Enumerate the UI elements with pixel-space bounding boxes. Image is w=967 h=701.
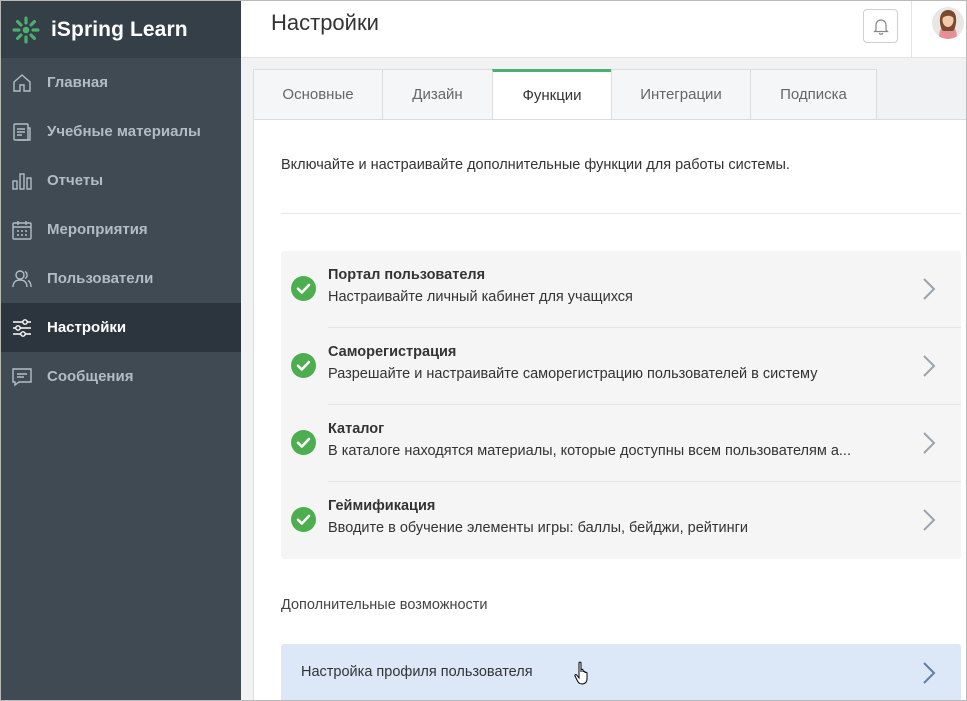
feature-row-user-portal[interactable]: Портал пользователя Настраивайте личный …: [281, 251, 961, 328]
feature-row-gamification[interactable]: Геймификация Вводите в обучение элементы…: [281, 482, 961, 559]
sidebar-item-label: Пользователи: [47, 270, 154, 287]
avatar-image-icon: [932, 7, 964, 39]
feature-title: Каталог: [328, 421, 385, 437]
users-icon: [11, 268, 33, 290]
feature-description: Настраивайте личный кабинет для учащихся: [328, 289, 633, 305]
settings-tabs: Основные Дизайн Функции Интеграции Подпи…: [253, 69, 877, 120]
tab-features[interactable]: Функции: [492, 69, 611, 120]
brand-name: iSpring Learn: [51, 17, 188, 41]
extra-item-title: Настройка профиля пользователя: [301, 664, 533, 680]
extra-section-label: Дополнительные возможности: [281, 597, 488, 613]
sidebar-item-label: Главная: [47, 74, 109, 91]
home-icon: [11, 72, 33, 94]
chevron-right-icon: [923, 355, 936, 377]
feature-title: Геймификация: [328, 498, 436, 514]
sidebar-item-label: Сообщения: [47, 368, 134, 385]
main-content: Основные Дизайн Функции Интеграции Подпи…: [241, 58, 966, 700]
sidebar-item-settings[interactable]: Настройки: [1, 303, 241, 352]
check-circle-icon: [291, 276, 316, 301]
tab-general[interactable]: Основные: [253, 69, 382, 120]
user-profile-settings-row[interactable]: Настройка профиля пользователя: [281, 644, 961, 700]
chevron-right-icon: [923, 432, 936, 454]
reports-icon: [11, 170, 33, 192]
ispring-logo-icon: [12, 16, 40, 43]
sidebar: iSpring Learn Главная Учебные материалы …: [1, 1, 241, 700]
chevron-right-icon: [923, 509, 936, 531]
materials-icon: [11, 121, 33, 143]
divider: [281, 213, 961, 214]
messages-icon: [11, 366, 33, 388]
sidebar-item-label: Мероприятия: [47, 221, 148, 238]
check-circle-icon: [291, 430, 316, 455]
sidebar-nav: Главная Учебные материалы Отчеты Меропри…: [1, 58, 241, 401]
feature-title: Саморегистрация: [328, 344, 457, 360]
features-list: Портал пользователя Настраивайте личный …: [281, 251, 961, 559]
tab-subscription[interactable]: Подписка: [750, 69, 877, 120]
notifications-button[interactable]: [863, 9, 898, 43]
sidebar-item-users[interactable]: Пользователи: [1, 254, 241, 303]
sidebar-item-label: Отчеты: [47, 172, 104, 189]
chevron-right-icon: [923, 662, 936, 684]
feature-row-self-registration[interactable]: Саморегистрация Разрешайте и настраивайт…: [281, 328, 961, 405]
top-header: Настройки: [241, 1, 966, 58]
sidebar-item-materials[interactable]: Учебные материалы: [1, 107, 241, 156]
intro-text: Включайте и настраивайте дополнительные …: [281, 157, 790, 173]
check-circle-icon: [291, 507, 316, 532]
feature-title: Портал пользователя: [328, 267, 486, 283]
sidebar-item-events[interactable]: Мероприятия: [1, 205, 241, 254]
bell-icon: [872, 19, 889, 35]
settings-sliders-icon: [11, 317, 33, 339]
chevron-right-icon: [923, 278, 936, 300]
features-panel: Включайте и настраивайте дополнительные …: [253, 119, 966, 700]
feature-description: Вводите в обучение элементы игры: баллы,…: [328, 520, 749, 536]
page-title: Настройки: [271, 10, 379, 35]
check-circle-icon: [291, 353, 316, 378]
sidebar-item-messages[interactable]: Сообщения: [1, 352, 241, 401]
feature-description: Разрешайте и настраивайте саморегистраци…: [328, 366, 818, 382]
sidebar-item-label: Настройки: [47, 319, 127, 336]
brand[interactable]: iSpring Learn: [1, 1, 241, 58]
tab-design[interactable]: Дизайн: [382, 69, 492, 120]
app-window: iSpring Learn Главная Учебные материалы …: [0, 0, 967, 701]
sidebar-item-label: Учебные материалы: [47, 123, 201, 140]
tab-integrations[interactable]: Интеграции: [611, 69, 750, 120]
feature-description: В каталоге находятся материалы, которые …: [328, 443, 851, 459]
header-divider: [911, 1, 912, 58]
sidebar-item-home[interactable]: Главная: [1, 58, 241, 107]
calendar-icon: [11, 219, 33, 241]
user-avatar[interactable]: [932, 7, 964, 39]
sidebar-item-reports[interactable]: Отчеты: [1, 156, 241, 205]
feature-row-catalog[interactable]: Каталог В каталоге находятся материалы, …: [281, 405, 961, 482]
